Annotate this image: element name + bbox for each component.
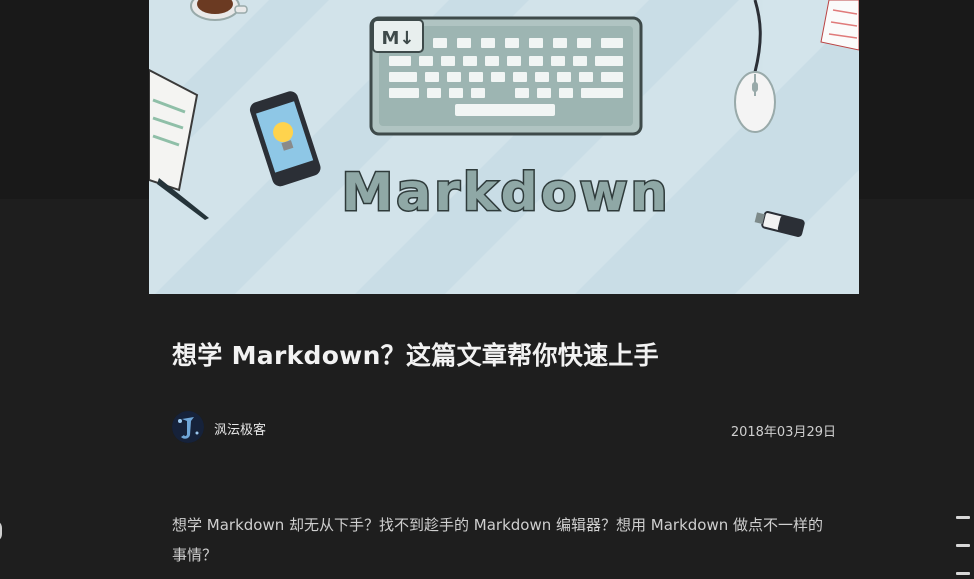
author-name[interactable]: 沨沄极客 bbox=[214, 419, 266, 438]
hero-caption: Markdown bbox=[341, 163, 670, 223]
author-row: 沨沄极客 2018年03月29日 bbox=[172, 408, 836, 448]
article-intro: 想学 Markdown 却无从下手？找不到趁手的 Markdown 编辑器？想用… bbox=[172, 516, 823, 564]
keyboard-illustration: M↓ bbox=[369, 16, 643, 136]
left-edge-control[interactable] bbox=[0, 520, 2, 542]
publish-date: 2018年03月29日 bbox=[730, 425, 836, 440]
article-title: 想学 Markdown？这篇文章帮你快速上手 bbox=[172, 341, 659, 370]
avatar-image-icon bbox=[172, 411, 204, 443]
toc-marker[interactable] bbox=[956, 572, 970, 575]
author-avatar[interactable] bbox=[172, 411, 204, 443]
usb-drive-illustration bbox=[754, 211, 805, 237]
hero-image: M↓ Markdown bbox=[149, 0, 859, 294]
toc-marker[interactable] bbox=[956, 516, 970, 519]
markdown-badge-text: M↓ bbox=[382, 28, 415, 49]
toc-marker[interactable] bbox=[956, 544, 970, 547]
